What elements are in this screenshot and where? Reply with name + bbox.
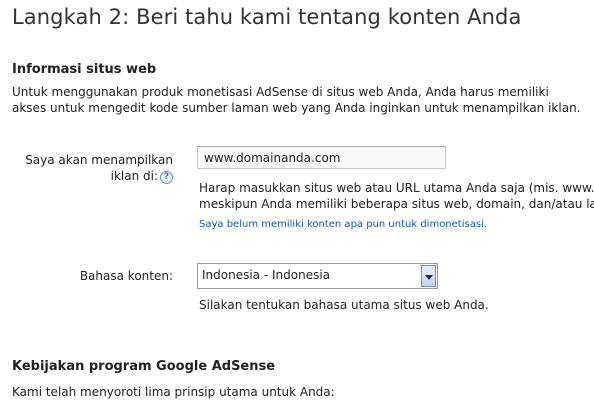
policy-heading: Kebijakan program Google AdSense <box>12 359 276 374</box>
page-title: Langkah 2: Beri tahu kami tentang konten… <box>12 5 522 29</box>
site-info-heading: Informasi situs web <box>12 62 157 77</box>
language-select-value: Indonesia - Indonesia <box>202 268 331 282</box>
language-hint: Silakan tentukan bahasa utama situs web … <box>199 298 489 312</box>
site-info-description-line2: akses untuk mengedit kode sumber laman w… <box>12 101 581 115</box>
site-field-hint-line2: meskipun Anda memiliki beberapa situs we… <box>199 197 594 211</box>
chevron-down-icon[interactable] <box>421 265 436 287</box>
site-field-label-text: iklan di: <box>110 169 158 183</box>
site-field-hint-line1: Harap masukkan situs web atau URL utama … <box>199 181 594 195</box>
site-field-label-line2: iklan di:? <box>111 168 173 185</box>
language-select[interactable]: Indonesia - Indonesia <box>197 263 438 289</box>
language-label: Bahasa konten: <box>79 269 173 283</box>
site-info-description-line1: Untuk menggunakan produk monetisasi AdSe… <box>12 85 549 99</box>
site-url-input[interactable] <box>197 146 446 169</box>
no-content-link[interactable]: Saya belum memiliki konten apa pun untuk… <box>199 219 487 230</box>
site-field-label-line1: Saya akan menampilkan <box>25 153 173 167</box>
question-icon[interactable]: ? <box>160 171 173 184</box>
